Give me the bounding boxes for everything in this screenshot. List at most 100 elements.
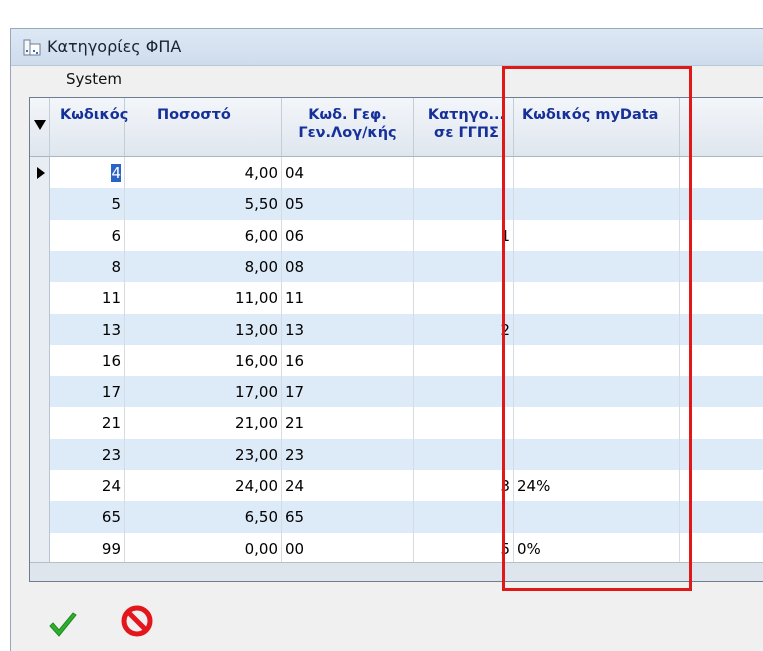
cell-rate[interactable]: 0,00 (125, 532, 282, 565)
window-title: Κατηγορίες ΦΠΑ (47, 37, 182, 56)
cell-code[interactable]: 17 (50, 376, 125, 409)
mydata-column-highlight (502, 66, 692, 591)
cell-rate[interactable]: 13,00 (125, 313, 282, 346)
cell-rate[interactable]: 11,00 (125, 282, 282, 315)
row-selector[interactable] (30, 438, 50, 471)
cell-category[interactable] (414, 250, 514, 283)
row-selector[interactable] (30, 344, 50, 377)
cell-code[interactable]: 21 (50, 407, 125, 440)
cell-rate-value: 5,50 (244, 195, 278, 214)
cell-rate-value: 21,00 (235, 414, 278, 433)
cell-category[interactable] (414, 501, 514, 534)
column-header-gsis-category[interactable]: Κατηγο... σε ΓΓΠΣ (414, 98, 514, 156)
menu-system[interactable]: System (66, 70, 122, 88)
row-selector[interactable] (30, 376, 50, 409)
cell-rate-value: 0,00 (244, 539, 278, 558)
cell-ledger[interactable]: 13 (282, 313, 414, 346)
cell-code[interactable]: 11 (50, 282, 125, 315)
cell-rate[interactable]: 6,50 (125, 501, 282, 534)
cell-code[interactable]: 16 (50, 344, 125, 377)
cell-category[interactable] (414, 157, 514, 189)
current-row-icon (37, 167, 45, 179)
cell-code[interactable]: 4 (50, 157, 125, 189)
cell-ledger-value: 05 (285, 195, 305, 214)
cell-ledger[interactable]: 24 (282, 470, 414, 502)
cell-code[interactable]: 99 (50, 532, 125, 565)
cell-ledger-value: 21 (285, 414, 305, 433)
cell-ledger[interactable]: 17 (282, 376, 414, 409)
cell-ledger[interactable]: 23 (282, 438, 414, 471)
column-header-rate[interactable]: Ποσοστό (125, 98, 282, 156)
cell-rate-value: 13,00 (235, 320, 278, 339)
cell-category[interactable] (414, 376, 514, 409)
column-header-code[interactable]: Κωδικός (50, 98, 129, 156)
cell-rate[interactable]: 4,00 (125, 157, 282, 189)
cell-rate[interactable]: 8,00 (125, 250, 282, 283)
cell-ledger[interactable]: 05 (282, 188, 414, 221)
cell-rate[interactable]: 16,00 (125, 344, 282, 377)
column-header-ledger-code[interactable]: Κωδ. Γεφ. Γεν.Λογ/κής (282, 98, 414, 156)
cell-rate-value: 16,00 (235, 351, 278, 370)
row-selector[interactable] (30, 501, 50, 534)
cell-ledger[interactable]: 11 (282, 282, 414, 315)
row-selector[interactable] (30, 219, 50, 252)
title-bar: Κατηγορίες ΦΠΑ (11, 29, 763, 66)
cell-ledger-value: 08 (285, 257, 305, 276)
cell-ledger[interactable]: 21 (282, 407, 414, 440)
cell-ledger[interactable]: 06 (282, 219, 414, 252)
cell-ledger[interactable]: 00 (282, 532, 414, 565)
cell-category[interactable]: 5 (414, 532, 514, 565)
row-selector[interactable] (30, 282, 50, 315)
cell-code-value: 8 (111, 257, 121, 276)
cell-rate[interactable]: 5,50 (125, 188, 282, 221)
cell-ledger[interactable]: 16 (282, 344, 414, 377)
cell-code[interactable]: 13 (50, 313, 125, 346)
cell-code[interactable]: 8 (50, 250, 125, 283)
header-selector[interactable] (30, 98, 50, 156)
row-selector[interactable] (30, 250, 50, 283)
cell-rate[interactable]: 23,00 (125, 438, 282, 471)
cancel-icon[interactable] (121, 605, 153, 637)
cell-category[interactable] (414, 344, 514, 377)
cell-code-value: 65 (101, 508, 121, 527)
row-selector[interactable] (30, 470, 50, 502)
cell-category[interactable]: 1 (414, 219, 514, 252)
cell-code-value: 6 (111, 226, 121, 245)
cell-code[interactable]: 6 (50, 219, 125, 252)
app-icon (23, 39, 41, 56)
cell-rate[interactable]: 21,00 (125, 407, 282, 440)
cell-category[interactable] (414, 438, 514, 471)
cell-code-value: 17 (101, 383, 121, 402)
cell-category[interactable] (414, 407, 514, 440)
row-selector[interactable] (30, 313, 50, 346)
column-header-ledger-line1: Κωδ. Γεφ. (308, 107, 387, 123)
cell-ledger-value: 00 (285, 539, 305, 558)
cell-code[interactable]: 23 (50, 438, 125, 471)
column-header-rate-label: Ποσοστό (157, 107, 231, 123)
row-selector[interactable] (30, 532, 50, 565)
cell-code[interactable]: 65 (50, 501, 125, 534)
row-selector[interactable] (30, 157, 50, 189)
cell-code-value: 13 (101, 320, 121, 339)
cell-category[interactable]: 2 (414, 313, 514, 346)
cell-ledger[interactable]: 08 (282, 250, 414, 283)
cell-ledger[interactable]: 04 (282, 157, 414, 189)
cell-code-value: 23 (101, 445, 121, 464)
cell-code[interactable]: 24 (50, 470, 125, 502)
cell-rate[interactable]: 24,00 (125, 470, 282, 502)
cell-category[interactable] (414, 282, 514, 315)
cell-rate[interactable]: 17,00 (125, 376, 282, 409)
row-selector[interactable] (30, 188, 50, 221)
cell-category[interactable]: 3 (414, 470, 514, 502)
cell-rate[interactable]: 6,00 (125, 219, 282, 252)
column-header-code-label: Κωδικός (60, 107, 129, 123)
cell-rate-value: 23,00 (235, 445, 278, 464)
cell-category[interactable] (414, 188, 514, 221)
check-icon[interactable] (47, 609, 79, 641)
row-selector[interactable] (30, 407, 50, 440)
cell-code[interactable]: 5 (50, 188, 125, 221)
cell-rate-value: 6,00 (244, 226, 278, 245)
cell-ledger-value: 11 (285, 289, 305, 308)
cell-ledger[interactable]: 65 (282, 501, 414, 534)
column-header-gsis-line2: σε ΓΓΠΣ (434, 125, 499, 141)
